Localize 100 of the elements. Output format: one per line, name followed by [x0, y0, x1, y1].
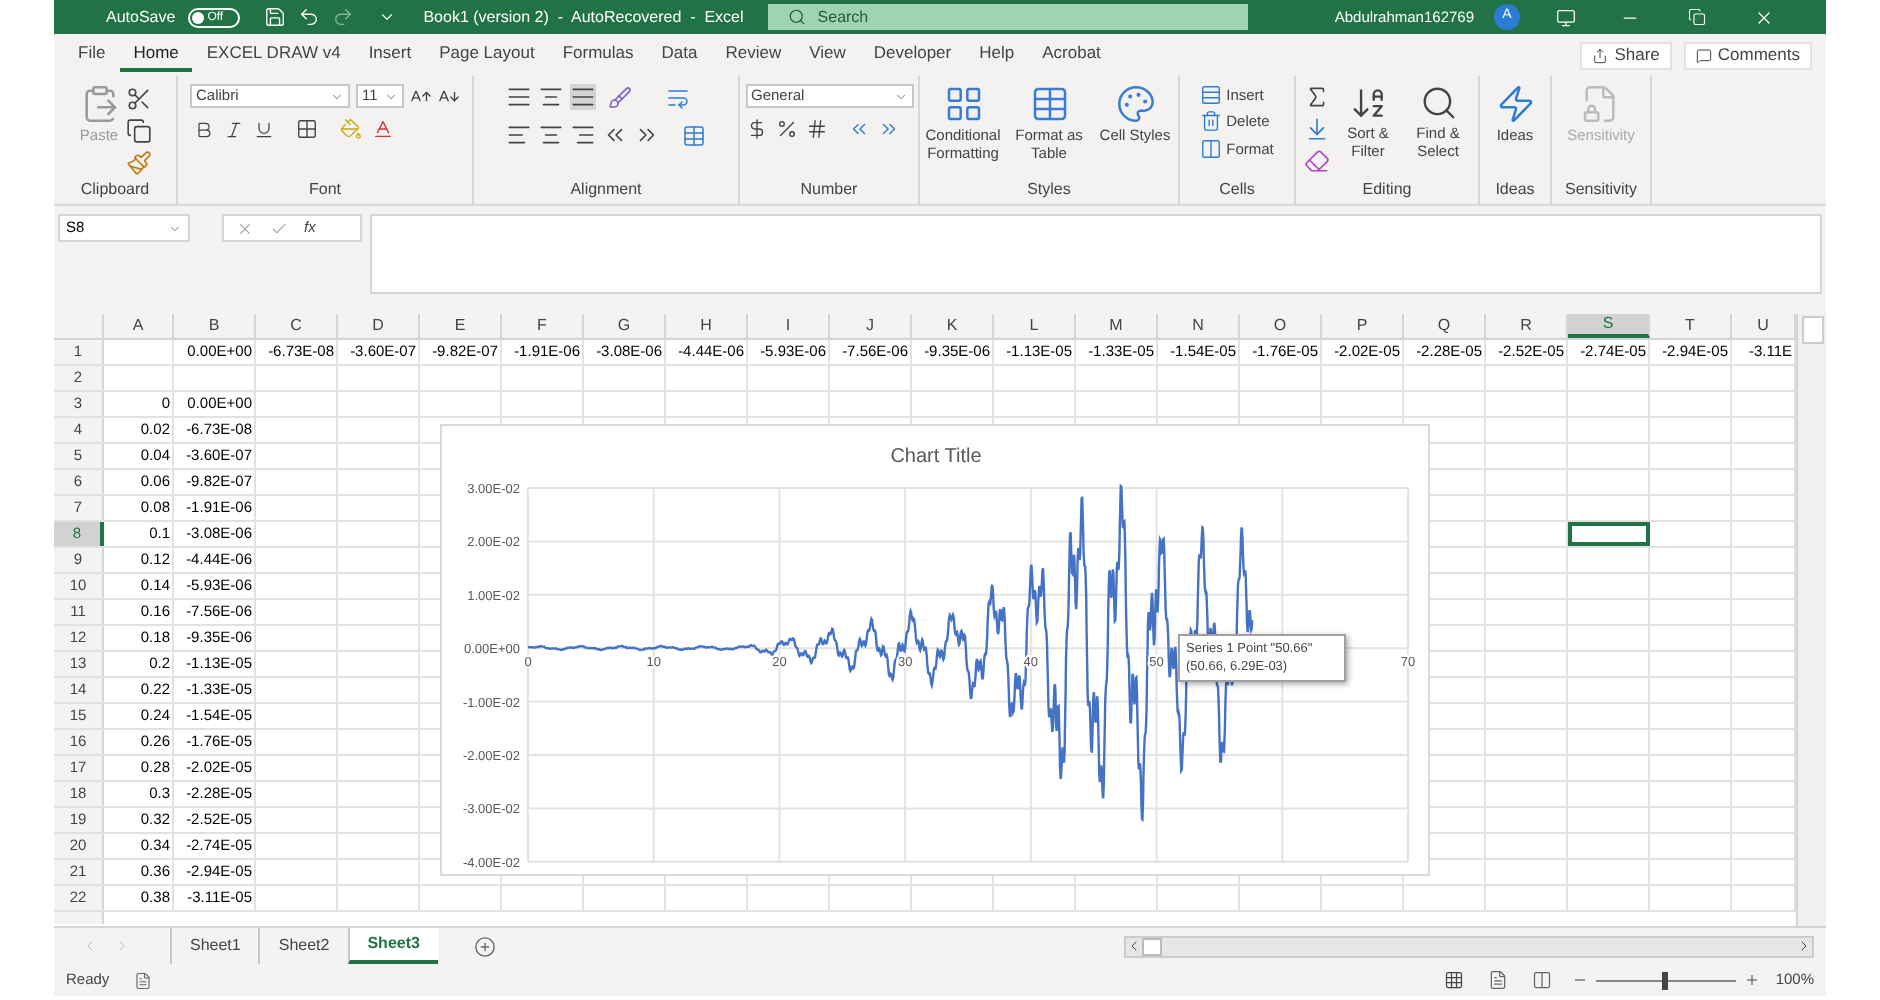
menu-tab[interactable]: Page Layout: [425, 39, 549, 71]
macro-record-icon[interactable]: [133, 971, 152, 989]
middle-align-icon[interactable]: [538, 84, 564, 110]
add-sheet-icon[interactable]: [473, 935, 496, 957]
dropdown-icon[interactable]: [893, 89, 907, 103]
redo-icon[interactable]: [331, 6, 354, 28]
align-right-icon[interactable]: [570, 122, 596, 148]
palette-icon[interactable]: [1115, 84, 1155, 124]
column-header[interactable]: S: [1568, 314, 1650, 338]
scroll-right-icon[interactable]: [1796, 938, 1812, 954]
menu-tab[interactable]: Home: [119, 39, 193, 71]
insert-rows-icon[interactable]: [1200, 84, 1223, 107]
merge-icon[interactable]: [682, 123, 706, 147]
menu-tab[interactable]: Formulas: [548, 39, 648, 71]
column-header[interactable]: C: [256, 314, 338, 338]
column-header[interactable]: H: [666, 314, 748, 338]
decrease-decimal-icon[interactable]: [877, 118, 899, 140]
scrollbar-thumb[interactable]: [1142, 937, 1162, 955]
vertical-scrollbar[interactable]: [1796, 314, 1826, 926]
close-icon[interactable]: [1754, 7, 1774, 27]
lightning-icon[interactable]: [1495, 84, 1535, 124]
column-header[interactable]: P: [1322, 314, 1404, 338]
delete-icon[interactable]: [1200, 110, 1223, 133]
align-center-icon[interactable]: [538, 122, 564, 148]
dropdown-icon[interactable]: [384, 89, 398, 103]
menu-tab[interactable]: View: [795, 39, 860, 71]
font-color-icon[interactable]: [372, 118, 394, 140]
display-options-icon[interactable]: [1556, 7, 1576, 27]
table-icon[interactable]: [1029, 84, 1069, 124]
top-align-icon[interactable]: [506, 84, 532, 110]
zoom-thumb[interactable]: [1662, 971, 1669, 989]
fill-icon[interactable]: [1304, 116, 1330, 142]
cut-icon[interactable]: [125, 86, 151, 112]
menu-tab[interactable]: Developer: [859, 39, 966, 71]
columns-icon[interactable]: [1200, 137, 1223, 160]
wrap-text-icon[interactable]: [666, 85, 690, 109]
search-input[interactable]: Search: [817, 5, 1118, 29]
menu-tab[interactable]: Review: [711, 39, 796, 71]
conditional-format-icon[interactable]: [943, 84, 983, 124]
orientation-icon[interactable]: [608, 85, 632, 109]
increase-decimal-icon[interactable]: [847, 118, 869, 140]
menu-tab[interactable]: EXCEL DRAW v4: [192, 39, 355, 71]
selected-cell[interactable]: [1568, 522, 1650, 546]
normal-view-icon[interactable]: [1443, 970, 1464, 990]
shrink-font-icon[interactable]: [438, 85, 460, 107]
column-header[interactable]: B: [174, 314, 256, 338]
page-layout-icon[interactable]: [1487, 970, 1508, 990]
formula-field[interactable]: [370, 214, 1822, 294]
search-icon[interactable]: [1419, 84, 1457, 122]
fill-color-icon[interactable]: [340, 118, 362, 140]
menu-tab[interactable]: Insert: [354, 39, 426, 71]
search-icon[interactable]: [787, 8, 806, 26]
column-header[interactable]: A: [104, 314, 174, 338]
column-header[interactable]: D: [338, 314, 420, 338]
horizontal-scrollbar[interactable]: [1124, 935, 1814, 957]
bold-icon[interactable]: [194, 119, 214, 139]
sort-icon[interactable]: [1349, 84, 1387, 122]
column-header[interactable]: L: [994, 314, 1076, 338]
page-break-icon[interactable]: [1531, 970, 1552, 990]
currency-icon[interactable]: [745, 118, 767, 140]
autosum-icon[interactable]: [1304, 84, 1330, 110]
share-icon[interactable]: [1592, 47, 1609, 63]
align-left-icon[interactable]: [506, 122, 532, 148]
column-header[interactable]: Q: [1404, 314, 1486, 338]
menu-tab[interactable]: Data: [647, 39, 712, 71]
italic-icon[interactable]: [224, 119, 244, 139]
search-field[interactable]: Search: [767, 4, 1248, 30]
dropdown-icon[interactable]: [168, 221, 182, 235]
sheet-tab[interactable]: Sheet3: [347, 928, 438, 964]
column-header[interactable]: E: [420, 314, 502, 338]
borders-icon[interactable]: [296, 118, 318, 140]
column-header[interactable]: T: [1650, 314, 1732, 338]
undo-icon[interactable]: [297, 6, 320, 28]
scroll-left-icon[interactable]: [1126, 938, 1142, 954]
column-header[interactable]: G: [584, 314, 666, 338]
percent-icon[interactable]: [775, 118, 797, 140]
column-header[interactable]: N: [1158, 314, 1240, 338]
clear-icon[interactable]: [1304, 148, 1330, 174]
column-header[interactable]: O: [1240, 314, 1322, 338]
grow-font-icon[interactable]: [410, 85, 432, 107]
share-button[interactable]: Share: [1580, 41, 1672, 69]
underline-icon[interactable]: [254, 119, 274, 139]
comment-icon[interactable]: [1695, 47, 1712, 63]
column-header[interactable]: K: [912, 314, 994, 338]
copy-icon[interactable]: [125, 118, 151, 144]
comma-style-icon[interactable]: [805, 118, 827, 140]
comments-button[interactable]: Comments: [1683, 41, 1812, 69]
customize-icon[interactable]: [377, 8, 396, 26]
zoom-slider[interactable]: [1595, 971, 1736, 989]
menu-tab[interactable]: Help: [965, 39, 1029, 71]
column-header[interactable]: F: [502, 314, 584, 338]
menu-tab[interactable]: Acrobat: [1028, 39, 1115, 71]
column-header[interactable]: I: [748, 314, 830, 338]
menu-tab[interactable]: File: [64, 39, 120, 71]
column-header[interactable]: J: [830, 314, 912, 338]
column-header[interactable]: M: [1076, 314, 1158, 338]
restore-icon[interactable]: [1688, 8, 1706, 26]
bottom-align-icon[interactable]: [570, 84, 596, 110]
save-icon[interactable]: [263, 6, 286, 28]
dropdown-icon[interactable]: [330, 89, 344, 103]
